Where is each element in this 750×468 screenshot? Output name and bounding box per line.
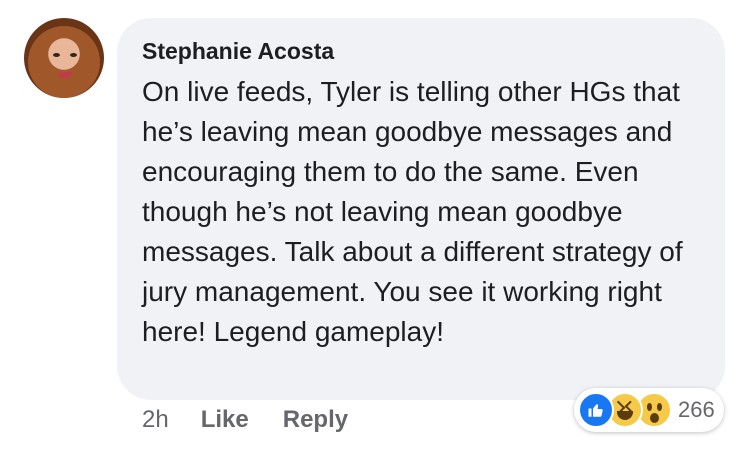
avatar-mouth bbox=[58, 72, 72, 78]
avatar-eye bbox=[70, 53, 77, 57]
thumbs-up-icon bbox=[588, 404, 603, 417]
comment-actions: 2h Like Reply bbox=[142, 402, 382, 438]
like-button[interactable]: Like bbox=[201, 406, 249, 434]
reaction-count: 266 bbox=[678, 397, 715, 422]
comment-author[interactable]: Stephanie Acosta bbox=[142, 36, 334, 66]
like-icon bbox=[578, 392, 614, 428]
comment-text: On live feeds, Tyler is telling other HG… bbox=[142, 76, 683, 347]
avatar-eye bbox=[53, 53, 60, 57]
avatar[interactable] bbox=[24, 18, 104, 98]
comment-timestamp[interactable]: 2h bbox=[142, 406, 169, 434]
reactions-summary[interactable]: 266 bbox=[574, 388, 724, 432]
reply-button[interactable]: Reply bbox=[283, 406, 348, 434]
